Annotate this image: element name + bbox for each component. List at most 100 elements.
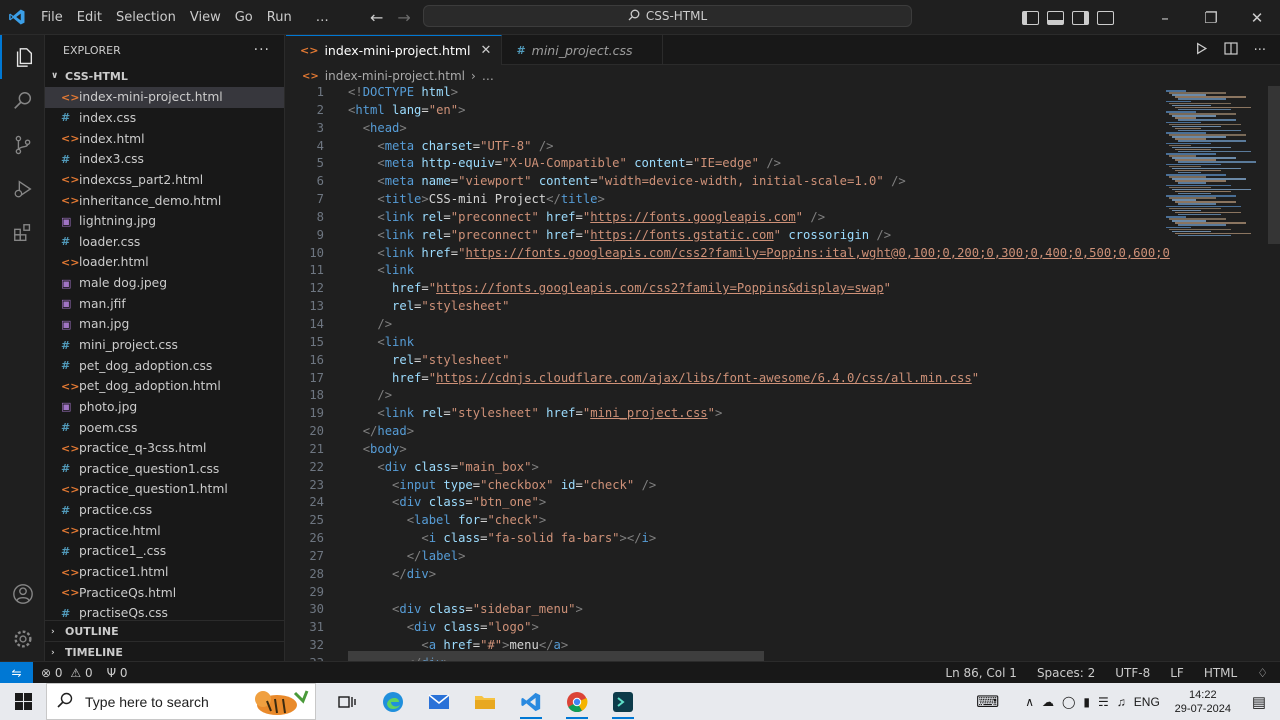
notifications-bell-icon[interactable]: ♢ [1257, 666, 1268, 680]
file-item[interactable]: <> practice_question1.html [45, 479, 284, 500]
code-line[interactable]: 13 rel="stylesheet" [286, 298, 1156, 316]
toggle-primary-sidebar-icon[interactable] [1022, 10, 1039, 25]
remote-indicator-icon[interactable]: ⇋ [0, 661, 33, 684]
file-item[interactable]: # practice1_.css [45, 541, 284, 562]
minimize-icon[interactable]: – [1142, 9, 1188, 27]
notification-center-icon[interactable]: ▤ [1252, 693, 1266, 711]
toggle-panel-icon[interactable] [1047, 10, 1064, 25]
more-actions-icon[interactable]: ··· [254, 42, 270, 58]
code-line[interactable]: 9 <link rel="preconnect" href="https://f… [286, 227, 1156, 245]
toggle-secondary-sidebar-icon[interactable] [1072, 10, 1089, 25]
chevron-up-icon[interactable]: ∧ [1025, 695, 1034, 709]
file-item[interactable]: ▣ male dog.jpeg [45, 273, 284, 294]
code-line[interactable]: 27 </label> [286, 548, 1156, 566]
split-editor-icon[interactable] [1223, 41, 1238, 59]
menu-file[interactable]: File [34, 0, 70, 35]
cursor-position[interactable]: Ln 86, Col 1 [945, 666, 1017, 680]
minimap[interactable] [1162, 86, 1272, 246]
end-of-line[interactable]: LF [1170, 666, 1184, 680]
code-line[interactable]: 20 </head> [286, 423, 1156, 441]
code-line[interactable]: 22 <div class="main_box"> [286, 459, 1156, 477]
code-line[interactable]: 21 <body> [286, 441, 1156, 459]
code-line[interactable]: 10 <link href="https://fonts.googleapis.… [286, 245, 1170, 263]
code-line[interactable]: 2 <html lang="en"> [286, 102, 1156, 120]
timeline-section[interactable]: › TIMELINE [45, 641, 284, 663]
mail-icon[interactable] [416, 683, 462, 720]
onedrive-cloud-icon[interactable]: ☁ [1042, 695, 1054, 709]
code-lines[interactable]: 1 <!DOCTYPE html> 2 <html lang="en"> 3 <head… [286, 86, 1170, 661]
run-debug-icon[interactable] [0, 167, 45, 211]
extensions-icon[interactable] [0, 211, 45, 255]
problems-indicator[interactable]: ⊗ 0 ⚠ 0 [41, 666, 93, 680]
tiger-doodle-icon[interactable] [247, 687, 311, 717]
code-line[interactable]: 6 <meta name="viewport" content="width=d… [286, 173, 1156, 191]
windows-start-icon[interactable] [0, 683, 46, 720]
file-item[interactable]: # loader.css [45, 231, 284, 252]
code-line[interactable]: 26 <i class="fa-solid fa-bars"></i> [286, 530, 1156, 548]
code-line[interactable]: 11 <link [286, 262, 1156, 280]
file-item[interactable]: # practice_question1.css [45, 459, 284, 480]
code-line[interactable]: 5 <meta http-equiv = "X-UA-Compatible" con… [286, 155, 1156, 173]
file-item[interactable]: <> pet_dog_adoption.html [45, 376, 284, 397]
code-line[interactable]: 15 <link [286, 334, 1156, 352]
tab-index-mini-project[interactable]: <> index-mini-project.html ✕ [286, 35, 503, 65]
code-line[interactable]: 14 /> [286, 316, 1156, 334]
security-shield-icon[interactable]: ◯ [1062, 695, 1075, 709]
code-line[interactable]: 3 <head> [286, 120, 1156, 138]
command-center[interactable]: CSS-HTML [423, 5, 912, 27]
file-item[interactable]: # poem.css [45, 417, 284, 438]
battery-icon[interactable]: ▮ [1083, 695, 1090, 709]
wifi-icon[interactable]: ☴ [1098, 695, 1109, 709]
language-mode[interactable]: HTML [1204, 666, 1237, 680]
source-control-icon[interactable] [0, 123, 45, 167]
file-item[interactable]: <> practice_q-3css.html [45, 438, 284, 459]
file-item[interactable]: <> index-mini-project.html [45, 87, 284, 108]
ports-indicator[interactable]: Ψ 0 [107, 666, 128, 680]
code-line[interactable]: 17 href="https://cdnjs.cloudflare.com/aj… [286, 370, 1156, 388]
code-line[interactable]: 19 <link rel="stylesheet" href="mini_pro… [286, 405, 1156, 423]
encoding[interactable]: UTF-8 [1115, 666, 1150, 680]
breadcrumb-more[interactable]: … [482, 69, 494, 83]
vertical-scrollbar[interactable] [1268, 86, 1280, 244]
file-item[interactable]: <> loader.html [45, 252, 284, 273]
file-item[interactable]: <> practice.html [45, 520, 284, 541]
forward-arrow-icon[interactable]: → [397, 8, 410, 27]
clock[interactable]: 14:22 29-07-2024 [1168, 688, 1238, 716]
file-item[interactable]: # practice.css [45, 500, 284, 521]
run-file-icon[interactable] [1195, 41, 1208, 59]
file-item[interactable]: # index.css [45, 108, 284, 129]
file-item[interactable]: # pet_dog_adoption.css [45, 355, 284, 376]
vscode-taskbar-icon[interactable] [508, 683, 554, 720]
menu-go[interactable]: Go [228, 0, 260, 35]
taskbar-search-box[interactable]: Type here to search [46, 683, 316, 720]
menu-view[interactable]: View [183, 0, 228, 35]
code-line[interactable]: 4 <meta charset="UTF-8" /> [286, 138, 1156, 156]
file-item[interactable]: <> PracticeQs.html [45, 582, 284, 603]
code-line[interactable]: 16 rel="stylesheet" [286, 352, 1156, 370]
more-actions-icon[interactable]: ··· [1254, 43, 1266, 58]
code-line[interactable]: 30 <div class="sidebar_menu"> [286, 601, 1156, 619]
file-item[interactable]: <> inheritance_demo.html [45, 190, 284, 211]
file-item[interactable]: <> indexcss_part2.html [45, 170, 284, 191]
close-tab-icon[interactable]: ✕ [481, 43, 492, 58]
explorer-icon[interactable] [0, 35, 45, 79]
code-line[interactable]: 28 </div> [286, 566, 1156, 584]
outline-section[interactable]: › OUTLINE [45, 620, 284, 642]
workspace-folder[interactable]: ∨ CSS-HTML [45, 65, 284, 87]
file-item[interactable]: # mini_project.css [45, 335, 284, 356]
file-item[interactable]: ▣ man.jfif [45, 293, 284, 314]
file-item[interactable]: <> index.html [45, 128, 284, 149]
code-editor[interactable]: 1 <!DOCTYPE html> 2 <html lang="en"> 3 <head… [286, 86, 1280, 661]
code-line[interactable]: 1 <!DOCTYPE html> [286, 86, 1156, 102]
indentation[interactable]: Spaces: 2 [1037, 666, 1095, 680]
code-line[interactable]: 8 <link rel="preconnect" href="https://f… [286, 209, 1156, 227]
menu-run[interactable]: Run [260, 0, 299, 35]
menu-more[interactable]: … [309, 0, 336, 35]
volume-icon[interactable]: ♫ [1117, 695, 1126, 709]
customize-layout-icon[interactable] [1097, 10, 1114, 25]
task-view-icon[interactable] [324, 683, 370, 720]
tab-mini-project-css[interactable]: # mini_project.css [502, 35, 664, 65]
code-line[interactable]: 18 /> [286, 387, 1156, 405]
restore-icon[interactable]: ❐ [1188, 9, 1234, 27]
terminal-app-icon[interactable] [600, 683, 646, 720]
